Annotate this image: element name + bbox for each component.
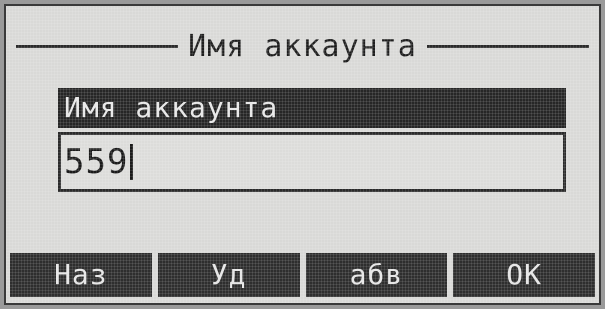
title-bar: Имя аккаунта bbox=[16, 24, 589, 68]
title-rule-left bbox=[16, 44, 179, 48]
back-softkey[interactable]: Наз bbox=[10, 253, 152, 297]
softkey-bar: Наз Уд абв ОК bbox=[6, 253, 599, 297]
account-name-input[interactable]: 559 bbox=[58, 132, 566, 192]
account-name-value: 559 bbox=[64, 142, 129, 182]
phone-lcd-screen: Имя аккаунта Имя аккаунта 559 Наз Уд абв… bbox=[4, 4, 601, 305]
text-cursor bbox=[130, 144, 134, 180]
title-rule-right bbox=[426, 44, 589, 48]
input-mode-softkey[interactable]: абв bbox=[305, 253, 448, 297]
delete-softkey[interactable]: Уд bbox=[157, 253, 300, 297]
page-title: Имя аккаунта bbox=[188, 28, 417, 64]
field-label-highlighted: Имя аккаунта bbox=[58, 88, 566, 128]
ok-softkey[interactable]: ОК bbox=[453, 253, 595, 297]
